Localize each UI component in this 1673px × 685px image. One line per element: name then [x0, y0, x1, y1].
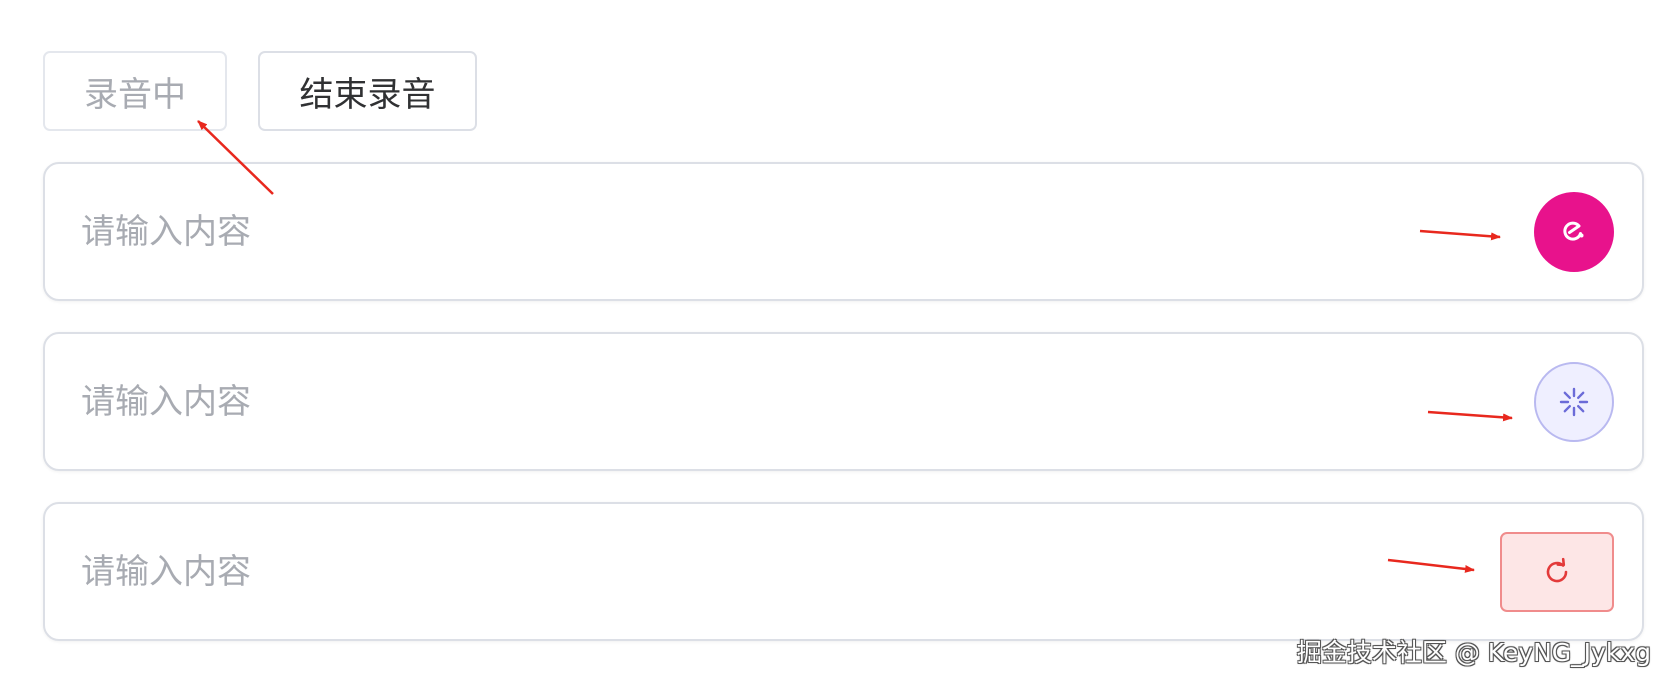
input-row-error [43, 502, 1644, 641]
loading-spinner-icon [1559, 387, 1589, 417]
voice-loading-button[interactable] [1534, 362, 1614, 442]
microphone-icon [1563, 221, 1584, 241]
retry-button[interactable] [1500, 532, 1614, 612]
stop-recording-button[interactable]: 结束录音 [258, 51, 477, 131]
input-row-recording [43, 162, 1644, 301]
page: 录音中 结束录音 请输入内容 请输入内容 请输入内容 掘金技术社区 @ KeyN… [0, 0, 1673, 685]
recording-button[interactable]: 录音中 [43, 51, 227, 131]
content-input[interactable] [81, 504, 1381, 639]
voice-recording-button[interactable] [1534, 192, 1614, 272]
input-row-loading [43, 332, 1644, 471]
content-input[interactable] [81, 164, 1381, 299]
refresh-icon [1546, 557, 1568, 583]
content-input[interactable] [81, 334, 1381, 469]
watermark: 掘金技术社区 @ KeyNG_Jykxg [1296, 638, 1651, 667]
